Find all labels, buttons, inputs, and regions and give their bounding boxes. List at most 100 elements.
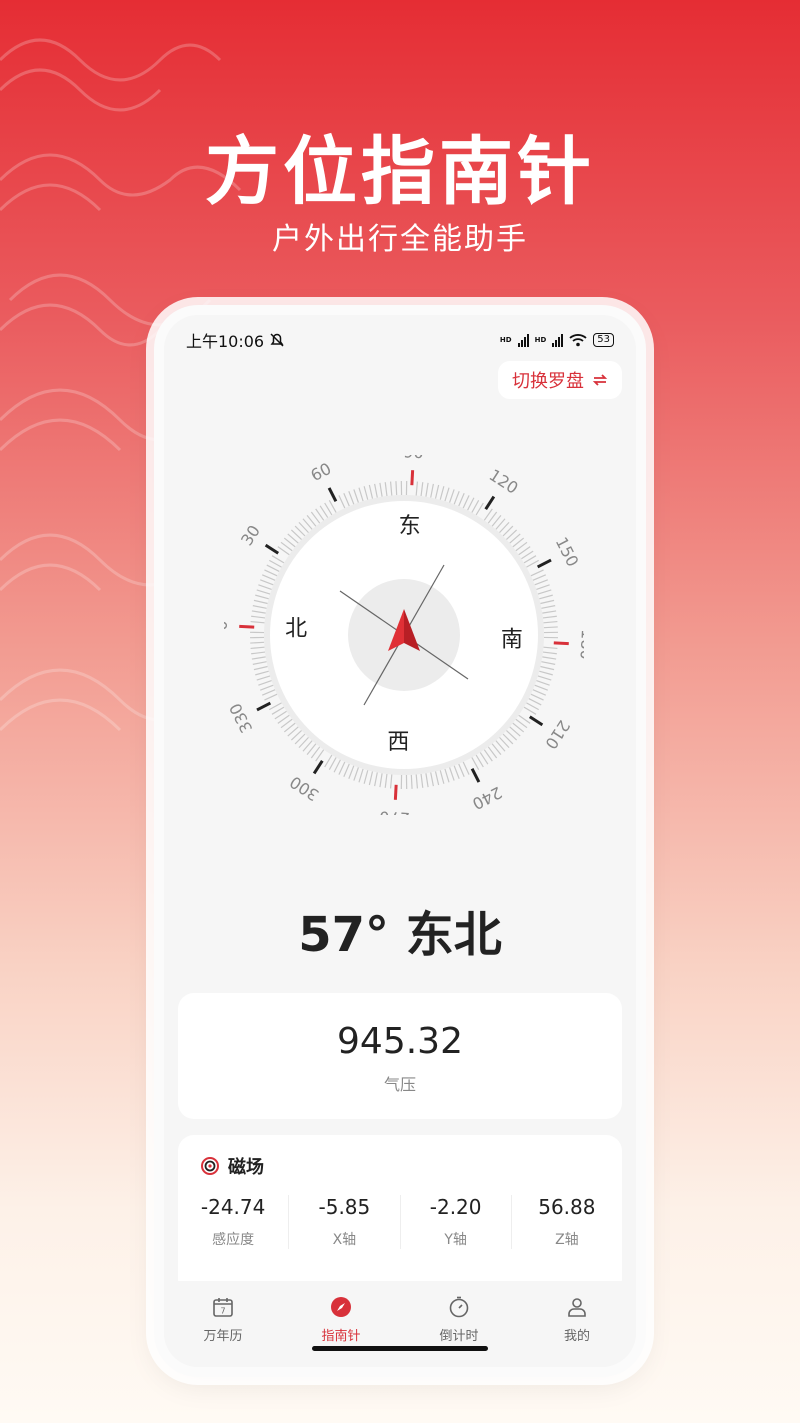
tab-calendar[interactable]: 7 万年历 <box>164 1281 282 1367</box>
compass-minor-tick <box>425 482 429 497</box>
compass-minor-tick <box>540 665 555 671</box>
tab-compass[interactable]: 指南针 <box>282 1281 400 1367</box>
compass-minor-tick <box>260 579 274 586</box>
compass-minor-tick <box>462 761 470 775</box>
magnetic-label: X轴 <box>332 1232 357 1248</box>
compass-minor-tick <box>537 675 552 681</box>
home-indicator <box>312 1346 488 1351</box>
compass-minor-tick <box>532 574 546 581</box>
compass-cardinal-north: 北 <box>285 616 307 641</box>
target-icon <box>201 1157 219 1175</box>
compass-minor-tick <box>324 502 333 516</box>
compass-minor-tick <box>264 569 278 577</box>
compass-major-tick <box>264 543 280 555</box>
compass-minor-tick <box>410 774 413 789</box>
compass-minor-tick <box>328 500 337 513</box>
compass-minor-tick <box>530 693 544 701</box>
compass-minor-tick <box>444 487 450 502</box>
compass-minor-tick <box>462 495 470 509</box>
signal-icon <box>517 333 529 347</box>
compass-minor-tick <box>258 680 272 686</box>
status-time: 上午10:06 <box>186 332 265 351</box>
compass-minor-tick <box>368 484 374 499</box>
swap-icon <box>592 374 608 386</box>
compass-minor-tick <box>258 584 272 590</box>
compass-minor-tick <box>251 656 266 660</box>
compass-minor-tick <box>543 626 558 629</box>
compass-minor-tick <box>384 773 388 788</box>
compass-minor-tick <box>430 772 434 787</box>
compass-major-tick <box>327 487 338 503</box>
magnetic-label: Y轴 <box>444 1232 467 1248</box>
compass-minor-tick <box>251 610 266 614</box>
compass-minor-tick <box>415 481 419 496</box>
compass-minor-tick <box>467 497 475 511</box>
compass-minor-tick <box>458 493 465 507</box>
compass-minor-tick <box>425 773 429 788</box>
compass-minor-tick <box>368 771 374 786</box>
compass-minor-tick <box>539 670 553 676</box>
compass-minor-tick <box>439 770 445 784</box>
magnetic-value: -5.85 <box>318 1195 371 1219</box>
compass-minor-tick <box>353 489 359 503</box>
compass-minor-tick <box>530 569 544 577</box>
compass-minor-tick <box>532 689 546 696</box>
compass-major-tick <box>528 715 544 727</box>
status-bar: 上午10:06 HD HD 53 <box>186 327 614 353</box>
compass-minor-tick <box>271 555 285 564</box>
compass-minor-tick <box>528 698 542 706</box>
compass-minor-tick <box>384 482 388 497</box>
user-icon <box>568 1298 586 1317</box>
compass-minor-tick <box>541 661 556 665</box>
magnetic-z-axis: 56.88 Z轴 <box>510 1195 622 1249</box>
compass-minor-tick <box>324 754 333 768</box>
signal-icon <box>552 333 564 347</box>
compass-minor-tick <box>543 620 558 624</box>
compass-minor-tick <box>439 486 445 500</box>
compass-minor-tick <box>434 484 440 499</box>
compass-minor-tick <box>449 767 455 781</box>
magnetic-value: -2.20 <box>429 1195 482 1219</box>
compass-minor-tick <box>262 574 276 581</box>
tab-profile[interactable]: 我的 <box>518 1281 636 1367</box>
compass-minor-tick <box>363 770 369 784</box>
compass-minor-tick <box>264 693 278 701</box>
compass-minor-tick <box>358 768 364 783</box>
tab-label: 万年历 <box>203 1329 243 1344</box>
compass-minor-tick <box>542 651 557 655</box>
calendar-icon: 7 <box>213 1298 233 1317</box>
compass-minor-tick <box>338 495 346 509</box>
magnetic-label: 感应度 <box>212 1232 255 1248</box>
switch-compass-button[interactable]: 切换罗盘 <box>498 361 622 399</box>
compass-minor-tick <box>471 757 480 770</box>
compass-degree-label: 150 <box>552 534 583 570</box>
heading-readout: 57° 东北 <box>298 907 502 963</box>
battery-indicator: 53 <box>593 333 614 347</box>
compass-degree-label: 0 <box>224 620 231 631</box>
compass-minor-tick <box>271 706 285 715</box>
pressure-value: 945.32 <box>337 1021 463 1062</box>
compass-dial[interactable]: 0 30 60 90 120 150 180 210 240 270 300 330 北 东南西 <box>224 455 584 815</box>
magnetic-sensitivity: -24.74 感应度 <box>178 1195 288 1249</box>
compass-minor-tick <box>255 594 269 600</box>
compass-minor-tick <box>536 584 550 590</box>
compass-minor-tick <box>379 482 383 497</box>
compass-minor-tick <box>253 599 268 605</box>
compass-minor-tick <box>526 702 539 711</box>
compass-minor-tick <box>250 641 265 644</box>
compass-degree-label: 90 <box>403 455 424 462</box>
calendar-day-number: 7 <box>220 1307 225 1316</box>
network-hd-label: HD <box>534 336 547 344</box>
compass-major-tick <box>256 701 272 712</box>
compass-minor-tick <box>353 767 359 781</box>
compass-cardinal-west: 西 <box>387 730 409 755</box>
tab-countdown[interactable]: 倒计时 <box>400 1281 518 1367</box>
compass-minor-tick <box>251 615 266 619</box>
compass-degree-label: 60 <box>308 459 335 485</box>
compass-minor-tick <box>415 774 419 789</box>
compass-minor-tick <box>420 482 424 497</box>
switch-compass-label: 切换罗盘 <box>512 371 584 392</box>
compass-minor-tick <box>543 646 558 650</box>
magnetic-value: -24.74 <box>200 1195 266 1219</box>
compass-minor-tick <box>262 689 276 696</box>
